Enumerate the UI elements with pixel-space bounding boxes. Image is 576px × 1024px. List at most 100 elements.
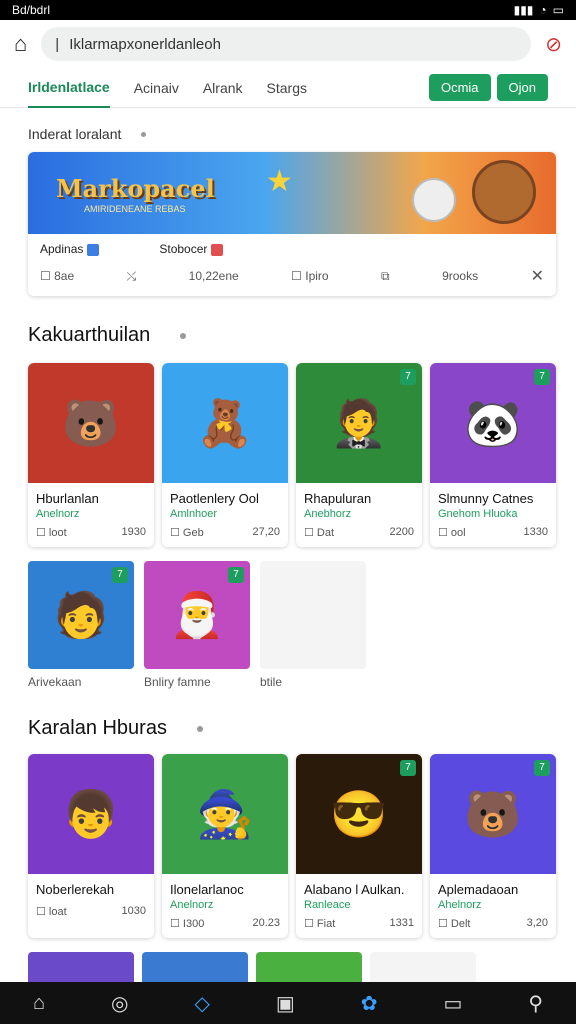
game-meta-right: 2200: [389, 526, 414, 538]
tab-4[interactable]: Stargs: [267, 68, 307, 108]
small-card[interactable]: 🧑 7 Arivekaan: [28, 561, 134, 689]
featured-card[interactable]: Markopacel AMIRIDENEANE REBAS ★ Apdinas …: [28, 152, 556, 296]
home-icon[interactable]: ⌂: [14, 31, 27, 57]
search-input[interactable]: | Iklarmapxonerldanleoh: [41, 27, 532, 61]
search-nav-icon[interactable]: ⚲: [528, 991, 543, 1016]
status-left: Bd/bdrl: [12, 3, 51, 17]
game-thumbnail[interactable]: 🤵 7: [296, 363, 422, 483]
small-thumbnail[interactable]: 🧑 7: [28, 561, 134, 669]
game-meta-left: ☐ Dat: [304, 527, 335, 539]
game-title: Slmunny Catnes: [438, 491, 534, 506]
badge-icon: 7: [228, 567, 244, 583]
game-title: Alabano l Aulkan.: [304, 882, 405, 897]
game-card[interactable]: 🧙 Ilonelarlanoc Anelnorz ☐ I300 20.23: [162, 754, 288, 938]
bear-image: [472, 160, 536, 224]
game-meta-right: 20.23: [252, 917, 280, 929]
badge-icon: 7: [534, 369, 550, 385]
cursor-icon: |: [55, 35, 60, 53]
small-card[interactable]: btile: [260, 561, 366, 689]
diamond-nav-icon[interactable]: ◇: [194, 991, 209, 1016]
store-nav-icon[interactable]: ▣: [276, 991, 295, 1016]
badge-icon: 7: [112, 567, 128, 583]
game-subtitle: Anelnorz: [36, 508, 80, 520]
game-title: Noberlerekah: [36, 882, 115, 897]
star-nav-icon[interactable]: ✿: [361, 991, 378, 1016]
status-icons: ▮▮▮ ◔ ▭: [514, 3, 564, 17]
banner-subtitle: AMIRIDENEANE REBAS: [84, 204, 186, 214]
signal-icon: ▮▮▮: [513, 3, 534, 17]
featured-header: Inderat loralant: [0, 108, 576, 152]
game-thumbnail[interactable]: 👦: [28, 754, 154, 874]
game-meta-right: 1930: [121, 526, 146, 538]
game-card[interactable]: 🐻 Hburlanlan Anelnorz ☐ loot 1930: [28, 363, 154, 547]
game-card[interactable]: 😎 7 Alabano l Aulkan. Ranleace ☐ Fiat 1331: [296, 754, 422, 938]
game-subtitle: Gnehom Hluoka: [438, 508, 518, 520]
game-meta-right: 1330: [523, 526, 548, 538]
featured-banner[interactable]: Markopacel AMIRIDENEANE REBAS ★: [28, 152, 556, 234]
export-icon[interactable]: ⧉: [381, 269, 390, 284]
tab-2[interactable]: Acinaiv: [134, 68, 179, 108]
stat-4: 9rooks: [442, 269, 479, 283]
home-nav-icon[interactable]: ⌂: [33, 992, 45, 1015]
game-card[interactable]: 🧸 Paotlenlery Ool Amlnhoer ☐ Geb 27,20: [162, 363, 288, 547]
game-subtitle: Amlnhoer: [170, 508, 218, 520]
notification-icon[interactable]: ⊘: [545, 32, 562, 57]
game-meta-right: 27,20: [252, 526, 280, 538]
tab-button-2[interactable]: Ojon: [496, 74, 548, 101]
game-card[interactable]: 👦 Noberlerekah ☐ loat 1030: [28, 754, 154, 938]
game-meta-left: ☐ loat: [36, 906, 67, 918]
featured-label: Inderat loralant: [28, 126, 122, 142]
tab-button-1[interactable]: Ocmia: [428, 74, 491, 101]
small-row: 🧑 7 Arivekaan 🎅 7 Bnliry famne btile: [0, 561, 576, 689]
game-thumbnail[interactable]: 🧸: [162, 363, 288, 483]
small-card[interactable]: 🎅 7 Bnliry famne: [144, 561, 250, 689]
close-icon[interactable]: ✕: [531, 266, 544, 286]
small-thumbnail[interactable]: [260, 561, 366, 669]
banner-title: Markopacel: [56, 174, 215, 203]
game-meta-left: ☐ loot: [36, 527, 67, 539]
game-card[interactable]: 🐻 7 Aplemadaoan Ahelnorz ☐ Delt 3,20: [430, 754, 556, 938]
game-nav-icon[interactable]: ◎: [111, 991, 128, 1016]
game-meta-right: 3,20: [526, 917, 548, 929]
search-text: Iklarmapxonerldanleoh: [69, 35, 221, 53]
tab-marketplace[interactable]: Irldenlatlace: [28, 68, 110, 108]
game-thumbnail[interactable]: 🧙: [162, 754, 288, 874]
tab-3[interactable]: Alrank: [203, 68, 243, 108]
stat-3: ☐ Ipiro: [291, 269, 329, 283]
dot-icon: [196, 725, 203, 732]
small-label: Bnliry famne: [144, 675, 211, 689]
game-card[interactable]: 🤵 7 Rhapuluran Anebhorz ☐ Dat 2200: [296, 363, 422, 547]
section-1-header: Kakuarthuilan: [0, 324, 576, 347]
game-title: Ilonelarlanoc: [170, 882, 244, 897]
small-label: Arivekaan: [28, 675, 82, 689]
game-card[interactable]: 🐼 7 Slmunny Catnes Gnehom Hluoka ☐ ool 133…: [430, 363, 556, 547]
section-2-grid: 👦 Noberlerekah ☐ loat 1030 🧙 Ilonelarlanoc…: [0, 754, 576, 938]
small-label: btile: [260, 675, 283, 689]
stat-2: 10,22ene: [188, 269, 239, 283]
game-title: Rhapuluran: [304, 491, 372, 506]
wallet-nav-icon[interactable]: ▭: [443, 991, 462, 1016]
featured-left-name: Apdinas: [40, 242, 100, 256]
section-2-header: Karalan Hburas: [0, 717, 576, 740]
badge-icon: 7: [400, 369, 416, 385]
game-meta-right: 1030: [121, 905, 146, 917]
bottom-nav: ⌂ ◎ ◇ ▣ ✿ ▭ ⚲: [0, 982, 576, 1024]
white-bear-image: [412, 178, 456, 222]
game-thumbnail[interactable]: 🐼 7: [430, 363, 556, 483]
status-bar: Bd/bdrl ▮▮▮ ◔ ▭: [0, 0, 576, 20]
section-2-title: Karalan Hburas: [28, 717, 167, 739]
badge-icon: 7: [534, 760, 550, 776]
badge-icon: 7: [400, 760, 416, 776]
game-thumbnail[interactable]: 🐻 7: [430, 754, 556, 874]
game-meta-right: 1331: [389, 917, 414, 929]
game-subtitle: Anebhorz: [304, 508, 352, 520]
game-thumbnail[interactable]: 😎 7: [296, 754, 422, 874]
stat-1: ☐ 8ae: [40, 269, 75, 283]
alert-icon: [211, 243, 224, 256]
game-title: Paotlenlery Ool: [170, 491, 259, 506]
star-icon: ★: [266, 165, 293, 198]
game-meta-left: ☐ Delt: [438, 918, 471, 930]
game-thumbnail[interactable]: 🐻: [28, 363, 154, 483]
small-thumbnail[interactable]: 🎅 7: [144, 561, 250, 669]
top-bar: ⌂ | Iklarmapxonerldanleoh ⊘: [0, 20, 576, 68]
